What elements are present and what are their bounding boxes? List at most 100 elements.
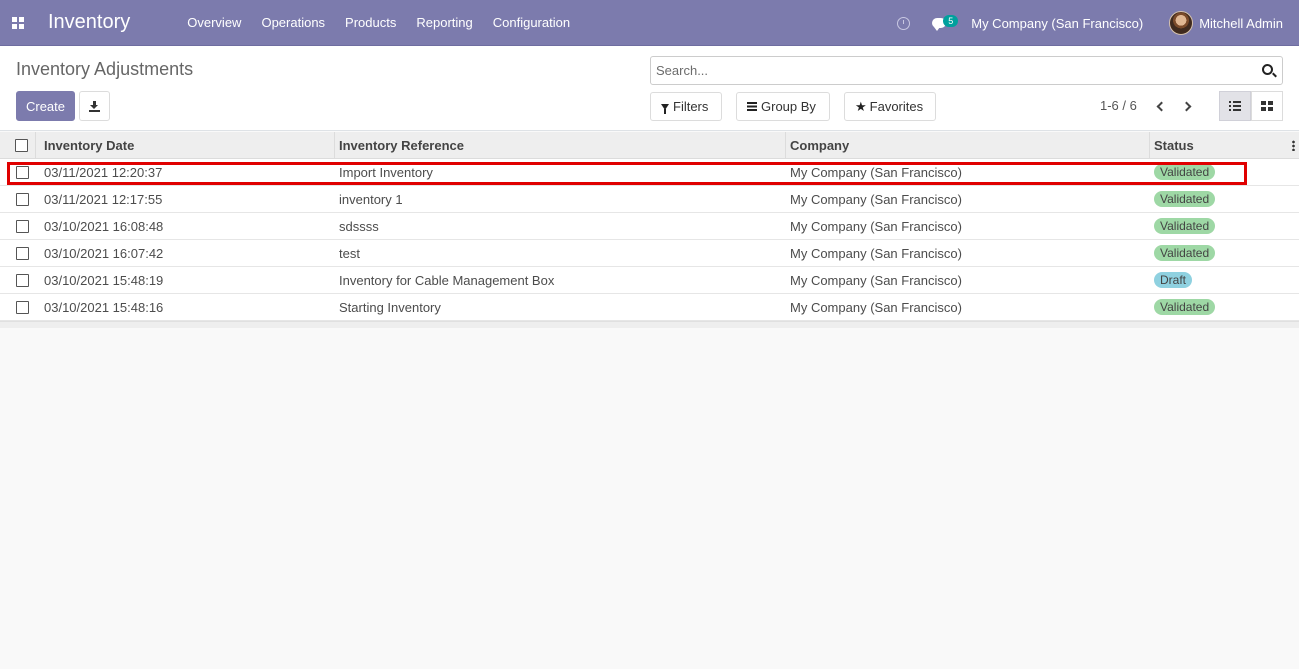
create-button[interactable]: Create <box>16 91 75 121</box>
header-company[interactable]: Company <box>786 132 1150 158</box>
header-inventory-reference[interactable]: Inventory Reference <box>335 132 786 158</box>
bars-icon <box>747 102 757 111</box>
table-row[interactable]: 03/10/2021 15:48:19 Inventory for Cable … <box>0 267 1299 294</box>
cell-company: My Company (San Francisco) <box>790 164 962 180</box>
search-icon[interactable] <box>1262 64 1273 75</box>
messaging-menu[interactable]: 5 <box>932 13 959 33</box>
download-icon <box>89 100 100 112</box>
favorites-button[interactable]: ★ Favorites <box>844 92 936 121</box>
systray: 5 My Company (San Francisco) Mitchell Ad… <box>897 0 1299 46</box>
cell-status: Validated <box>1150 213 1299 239</box>
header-inventory-date[interactable]: Inventory Date <box>36 132 335 158</box>
status-badge: Draft <box>1154 272 1193 288</box>
main-menu: Overview Operations Products Reporting C… <box>177 0 580 46</box>
cell-company: My Company (San Francisco) <box>790 218 962 234</box>
select-all-checkbox[interactable] <box>15 138 28 152</box>
row-select-cell <box>0 159 36 185</box>
cell-status: Validated <box>1150 159 1299 185</box>
cell-date: 03/11/2021 12:20:37 <box>44 164 163 180</box>
list-icon <box>1229 101 1241 111</box>
cell-reference: test <box>339 245 360 261</box>
cell-status: Validated <box>1150 186 1299 212</box>
apps-menu-icon[interactable] <box>0 0 36 46</box>
header-status-cell: Status <box>1150 132 1299 158</box>
table-footer <box>0 321 1299 328</box>
inventory-adjustments-table: Inventory Date Inventory Reference Compa… <box>0 132 1299 328</box>
chat-count-badge: 5 <box>943 15 959 27</box>
control-panel: Inventory Adjustments Create Filters Gro… <box>0 46 1299 131</box>
cell-date: 03/10/2021 16:08:48 <box>44 218 164 234</box>
user-avatar[interactable] <box>1169 11 1194 35</box>
filter-icon <box>661 103 669 114</box>
cell-company: My Company (San Francisco) <box>790 272 962 288</box>
row-checkbox[interactable] <box>15 273 29 287</box>
cell-company: My Company (San Francisco) <box>790 299 962 315</box>
row-checkbox[interactable] <box>15 300 29 314</box>
table-row[interactable]: 03/10/2021 15:48:16 Starting Inventory M… <box>0 294 1299 321</box>
pager-value[interactable]: 1-6 / 6 <box>1100 98 1137 113</box>
search-input[interactable] <box>651 57 1251 84</box>
row-checkbox[interactable] <box>15 165 29 179</box>
cell-date: 03/10/2021 15:48:19 <box>44 272 164 288</box>
groupby-button[interactable]: Group By <box>736 92 830 121</box>
cell-date: 03/10/2021 15:48:16 <box>44 299 164 315</box>
status-badge: Validated <box>1154 245 1216 261</box>
menu-reporting[interactable]: Reporting <box>406 0 482 46</box>
header-status[interactable]: Status <box>1154 138 1194 153</box>
kanban-icon <box>1261 101 1273 111</box>
favorites-label: Favorites <box>869 99 924 114</box>
menu-configuration[interactable]: Configuration <box>483 0 580 46</box>
app-brand[interactable]: Inventory <box>48 11 130 34</box>
cell-status: Draft <box>1150 267 1299 293</box>
row-select-cell <box>0 213 36 239</box>
cell-reference: Inventory for Cable Management Box <box>339 272 555 288</box>
table-row[interactable]: 03/11/2021 12:17:55 inventory 1 My Compa… <box>0 186 1299 213</box>
star-icon: ★ <box>855 99 867 114</box>
view-switcher <box>1219 91 1283 121</box>
company-switcher[interactable]: My Company (San Francisco) <box>971 16 1143 31</box>
menu-operations[interactable]: Operations <box>251 0 335 46</box>
table-header: Inventory Date Inventory Reference Compa… <box>0 132 1299 159</box>
pager-next-button[interactable] <box>1178 98 1198 114</box>
top-navbar: Inventory Overview Operations Products R… <box>0 0 1299 46</box>
optional-columns-icon[interactable] <box>1292 139 1295 151</box>
cell-company: My Company (San Francisco) <box>790 245 962 261</box>
pager-previous-button[interactable] <box>1150 98 1170 114</box>
search-bar <box>650 56 1283 85</box>
menu-products[interactable]: Products <box>335 0 406 46</box>
cell-company: My Company (San Francisco) <box>790 191 962 207</box>
row-select-cell <box>0 186 36 212</box>
filters-label: Filters <box>673 99 709 114</box>
row-checkbox[interactable] <box>15 219 29 233</box>
status-badge: Validated <box>1154 218 1216 234</box>
table-row[interactable]: 03/10/2021 16:07:42 test My Company (San… <box>0 240 1299 267</box>
table-row[interactable]: 03/11/2021 12:20:37 Import Inventory My … <box>0 159 1299 186</box>
row-checkbox[interactable] <box>15 192 29 206</box>
filters-button[interactable]: Filters <box>650 92 722 121</box>
cell-reference: inventory 1 <box>339 191 403 207</box>
chevron-left-icon <box>1156 101 1167 111</box>
row-select-cell <box>0 294 36 320</box>
cell-status: Validated <box>1150 240 1299 266</box>
status-badge: Validated <box>1154 164 1216 180</box>
menu-overview[interactable]: Overview <box>177 0 251 46</box>
cell-date: 03/10/2021 16:07:42 <box>44 245 164 261</box>
cell-reference: Import Inventory <box>339 164 433 180</box>
cell-date: 03/11/2021 12:17:55 <box>44 191 163 207</box>
activity-clock-icon[interactable] <box>897 16 911 30</box>
user-menu[interactable]: Mitchell Admin <box>1199 16 1283 31</box>
kanban-view-button[interactable] <box>1251 91 1283 121</box>
status-badge: Validated <box>1154 299 1216 315</box>
header-select-cell <box>0 132 36 158</box>
row-checkbox[interactable] <box>15 246 29 260</box>
cell-status: Validated <box>1150 294 1299 320</box>
list-view-button[interactable] <box>1219 91 1251 121</box>
download-button[interactable] <box>79 91 110 121</box>
cell-reference: Starting Inventory <box>339 299 441 315</box>
groupby-label: Group By <box>761 99 816 114</box>
status-badge: Validated <box>1154 191 1216 207</box>
table-row[interactable]: 03/10/2021 16:08:48 sdssss My Company (S… <box>0 213 1299 240</box>
chevron-right-icon <box>1181 101 1192 111</box>
row-select-cell <box>0 267 36 293</box>
breadcrumb: Inventory Adjustments <box>16 59 194 79</box>
